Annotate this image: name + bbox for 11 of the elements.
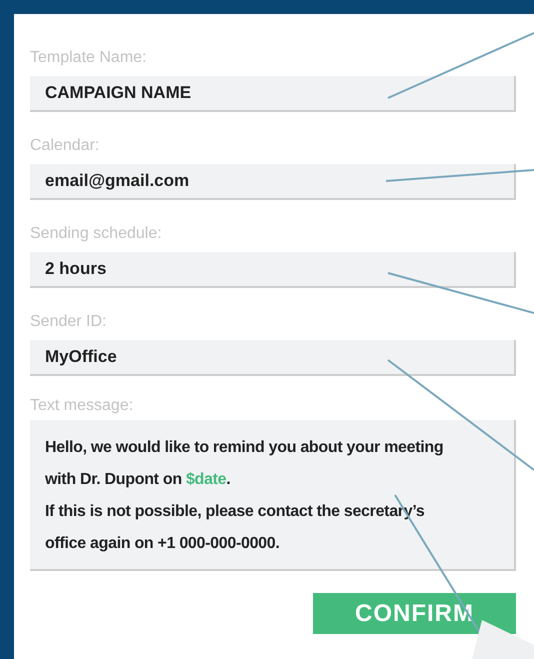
field-label: Text message: [30,396,134,416]
field-label: Sending schedule: [30,224,163,244]
field-label: Sender ID: [30,312,108,332]
field-label: Template Name: [30,48,148,68]
input-field[interactable]: email@gmail.com [30,164,516,200]
input-field[interactable]: MyOffice [30,340,516,376]
pointer-shape [472,620,534,659]
message-text: Hello, we would like to remind you about your meeting with Dr. Dupont on $date. [45,438,444,490]
field-label: Calendar: [30,136,100,156]
input-field[interactable]: 2 hours [30,252,516,288]
input-field[interactable]: CAMPAIGN NAME [30,76,516,112]
